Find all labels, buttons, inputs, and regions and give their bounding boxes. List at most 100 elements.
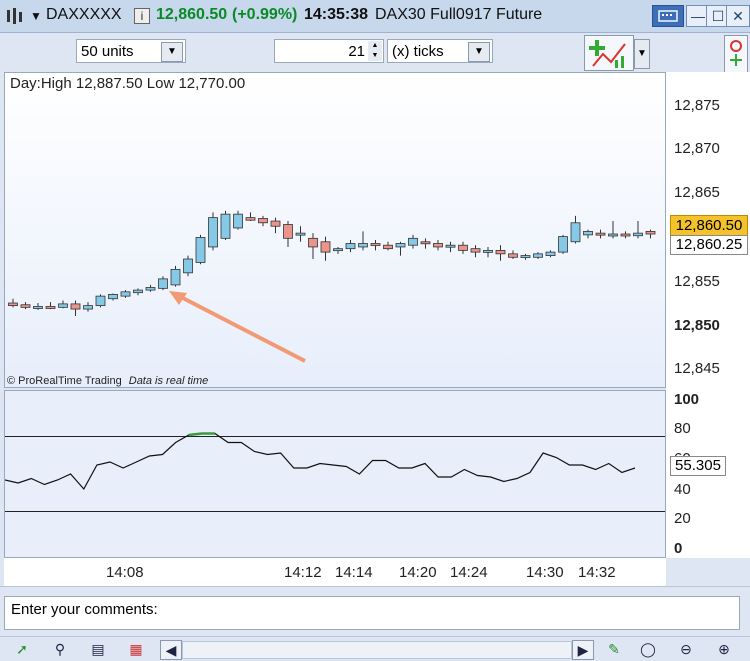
candle [283, 221, 293, 247]
candle [595, 229, 606, 239]
symbol-name[interactable]: DAXXXXX [46, 6, 122, 24]
x-tick-label: 14:30 [526, 564, 564, 581]
candle [8, 298, 18, 308]
ticks-unit-value: (x) ticks [392, 43, 444, 60]
candle [645, 229, 656, 239]
candle [370, 240, 381, 251]
zoom-out-icon[interactable]: ⊖ [676, 640, 696, 658]
x-tick-label: 14:32 [578, 564, 616, 581]
candle [545, 250, 556, 258]
share-icon[interactable]: ➚ [12, 640, 32, 658]
side-panel-icon[interactable] [724, 35, 748, 73]
rsi-panel[interactable] [4, 390, 666, 558]
candle [433, 240, 443, 251]
candle [620, 231, 631, 239]
comments-field[interactable]: Enter your comments: [4, 596, 740, 630]
keyboard-icon[interactable] [652, 5, 684, 27]
candle [45, 302, 56, 310]
candle [70, 300, 81, 316]
x-tick-label: 14:12 [284, 564, 322, 581]
candle [320, 236, 331, 261]
candle [445, 241, 456, 253]
rsi-tick-label: 40 [674, 481, 691, 498]
candle [458, 241, 468, 254]
candle [58, 300, 68, 309]
rsi-line [5, 432, 636, 491]
y-tick-label: 12,855 [674, 273, 720, 290]
candlestick-chart [8, 210, 656, 363]
rsi-tick-label: 20 [674, 510, 691, 527]
candle [570, 215, 581, 244]
title-bar: ▼ DAXXXXX i 12,860.50 (+0.99%) 14:35:38 … [0, 0, 750, 33]
candle [520, 253, 531, 260]
rsi-value-badge: 55.305 [670, 456, 726, 476]
chevron-down-icon[interactable]: ▼ [468, 42, 490, 62]
scroll-right-icon[interactable]: ▶ [572, 640, 594, 660]
price-change: (+0.99%) [232, 6, 298, 23]
chevron-down-icon[interactable]: ▼ [161, 42, 183, 62]
candle [483, 246, 493, 258]
candle [533, 252, 543, 260]
close-button[interactable]: ✕ [726, 5, 750, 27]
indicator-menu-chevron-icon[interactable]: ▼ [634, 39, 650, 69]
ticks-count-value: 21 [348, 43, 365, 60]
candle [83, 302, 93, 312]
candle [270, 217, 281, 234]
info-icon[interactable]: i [134, 8, 150, 24]
x-tick-label: 14:20 [399, 564, 437, 581]
candle [408, 234, 418, 249]
candle [358, 231, 368, 251]
zoom-icon[interactable]: ◯ [638, 640, 658, 658]
ticks-unit-select[interactable]: (x) ticks ▼ [387, 39, 493, 63]
layout-icon[interactable]: ▦ [126, 640, 146, 658]
symbol-dropdown-icon[interactable]: ▼ [30, 9, 42, 23]
bid-price-badge: 12,860.25 [670, 235, 748, 255]
candle [470, 245, 481, 258]
rsi-tick-label: 80 [674, 420, 691, 437]
candle [220, 210, 231, 241]
bottom-toolbar: ➚ ⚲ ▤ ▦ ◀ ▶ ✎ ◯ ⊖ ⊕ [0, 636, 750, 661]
instrument-name: DAX30 Full0917 Future [375, 6, 543, 23]
x-tick-label: 14:14 [335, 564, 373, 581]
candle [420, 238, 431, 249]
x-axis: 14:08 14:12 14:14 14:20 14:24 14:30 14:3… [4, 558, 666, 586]
add-indicator-icon[interactable] [584, 35, 634, 71]
rsi-overbought-segment [188, 432, 203, 437]
scroll-left-icon[interactable]: ◀ [160, 640, 182, 660]
price-chart-panel[interactable]: Day:High 12,887.50 Low 12,770.00 © ProRe… [4, 72, 666, 388]
candle [308, 233, 318, 260]
candle [345, 240, 356, 253]
panel-splitter[interactable] [0, 586, 750, 595]
candle [145, 284, 156, 292]
clock-time: 14:35:38 [304, 6, 369, 23]
stepper-icon[interactable]: ▲ ▼ [368, 41, 382, 61]
rsi-tick-label: 0 [674, 540, 683, 557]
y-axis: 12,875 12,870 12,865 12,855 12,850 12,84… [666, 72, 750, 558]
candle [170, 265, 181, 287]
candle [508, 250, 518, 260]
draw-tool-icon[interactable]: ✎ [604, 640, 624, 658]
alert-icon[interactable]: ⚲ [50, 640, 70, 658]
y-tick-label: 12,850 [674, 317, 720, 334]
last-price: 12,860.50 [156, 6, 228, 23]
annotation-arrow [169, 291, 306, 363]
candle [558, 234, 568, 254]
units-select[interactable]: 50 units ▼ [76, 39, 186, 63]
candle [183, 255, 193, 277]
candle [208, 212, 218, 251]
ticks-count-input[interactable]: 21 ▲ ▼ [274, 39, 384, 63]
last-price-badge: 12,860.50 [670, 215, 748, 237]
candle [233, 210, 243, 230]
candle [133, 288, 143, 296]
print-icon[interactable]: ▤ [88, 640, 108, 658]
y-tick-label: 12,845 [674, 360, 720, 377]
y-tick-label: 12,870 [674, 140, 720, 157]
candle [633, 221, 643, 239]
chart-credit: © ProRealTime Trading Data is real time [7, 375, 208, 387]
horizontal-scrollbar[interactable] [182, 641, 572, 659]
zoom-in-icon[interactable]: ⊕ [714, 640, 734, 658]
candle [108, 293, 118, 301]
rsi-chart [5, 432, 665, 512]
candle [333, 246, 343, 254]
credit-label: © ProRealTime Trading [7, 375, 122, 387]
